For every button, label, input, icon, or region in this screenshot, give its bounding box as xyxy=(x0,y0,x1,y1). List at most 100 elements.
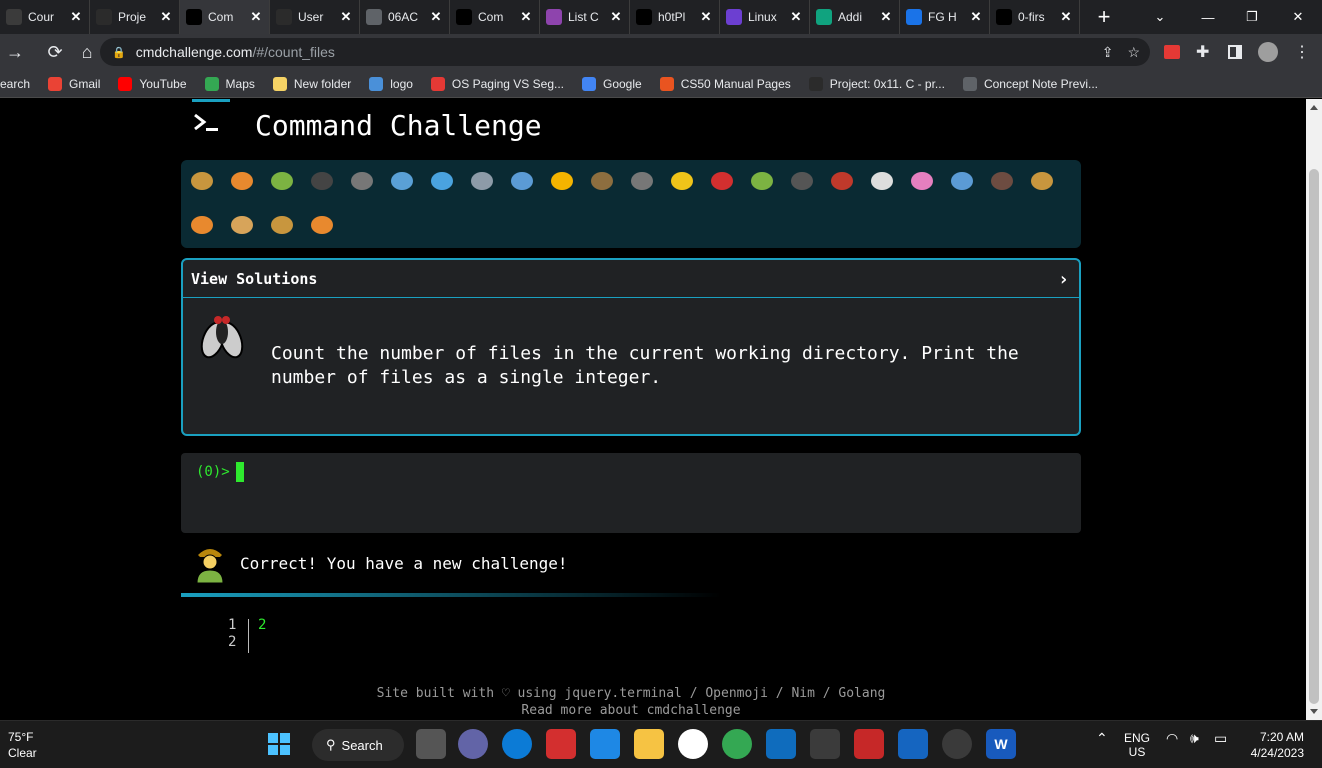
tab-close-icon[interactable]: ✕ xyxy=(249,9,263,25)
tab-close-icon[interactable]: ✕ xyxy=(609,9,623,25)
tab-8[interactable]: Linux ✕ xyxy=(720,0,810,34)
tab-search-icon[interactable]: ⌄ xyxy=(1140,0,1180,34)
fly-icon[interactable] xyxy=(867,166,897,196)
puzzle-icon[interactable]: ✚ xyxy=(1196,34,1209,70)
tab-close-icon[interactable]: ✕ xyxy=(969,9,983,25)
file-explorer-icon[interactable] xyxy=(634,729,664,759)
bookmark-item[interactable]: New folder xyxy=(272,76,351,91)
caterpillar-icon[interactable] xyxy=(267,166,297,196)
battery-icon[interactable]: ▭ xyxy=(1214,731,1227,745)
mail-icon[interactable] xyxy=(766,729,796,759)
tab-1[interactable]: Proje ✕ xyxy=(90,0,180,34)
spider-icon[interactable] xyxy=(787,166,817,196)
bookmark-item[interactable]: Gmail xyxy=(48,76,100,91)
tab-close-icon[interactable]: ✕ xyxy=(339,9,353,25)
address-bar[interactable]: 🔒 cmdchallenge.com/#/count_files ⇪ ☆ xyxy=(100,38,1150,66)
weather-widget[interactable]: 75°F Clear xyxy=(8,729,37,761)
tab-close-icon[interactable]: ✕ xyxy=(699,9,713,25)
maximize-button[interactable]: ❐ xyxy=(1232,0,1272,34)
butterfly-icon[interactable] xyxy=(227,166,257,196)
earthworm-icon[interactable] xyxy=(907,166,937,196)
dolphin-icon[interactable] xyxy=(427,166,457,196)
tropical-fish-icon[interactable] xyxy=(547,166,577,196)
bookmark-item[interactable]: OS Paging VS Seg... xyxy=(430,76,564,91)
ant-icon[interactable] xyxy=(307,166,337,196)
tab-close-icon[interactable]: ✕ xyxy=(429,9,443,25)
ladybug-icon[interactable] xyxy=(707,166,737,196)
tab-5[interactable]: Com ✕ xyxy=(450,0,540,34)
teams-icon[interactable] xyxy=(458,729,488,759)
bookmark-item[interactable]: Google xyxy=(582,76,642,91)
monkey-icon[interactable] xyxy=(987,166,1017,196)
dog-icon[interactable] xyxy=(1027,166,1057,196)
wifi-icon[interactable]: ◠ xyxy=(1166,731,1178,745)
cat-icon[interactable] xyxy=(227,210,257,240)
slack-icon[interactable] xyxy=(678,729,708,759)
blowfish-icon[interactable] xyxy=(587,166,617,196)
task-view-icon[interactable] xyxy=(416,729,446,759)
extension-icon[interactable] xyxy=(1164,34,1180,70)
language-indicator[interactable]: ENG US xyxy=(1124,731,1150,759)
tab-6[interactable]: List C ✕ xyxy=(540,0,630,34)
whale-icon[interactable] xyxy=(387,166,417,196)
windows-start-icon[interactable] xyxy=(264,729,294,759)
taskbar-search[interactable]: ⚲ Search xyxy=(312,729,404,761)
tray-chevron-icon[interactable]: ⌃ xyxy=(1096,731,1108,745)
bookmark-item[interactable]: Maps xyxy=(204,76,255,91)
tab-close-icon[interactable]: ✕ xyxy=(879,9,893,25)
bookmark-item[interactable]: CS50 Manual Pages xyxy=(659,76,791,91)
word-icon[interactable]: W xyxy=(986,729,1016,759)
scrollbar[interactable] xyxy=(1306,99,1322,720)
store-icon[interactable] xyxy=(590,729,620,759)
bookmark-star-icon[interactable]: ☆ xyxy=(1127,44,1140,61)
tab-11[interactable]: 0-firs ✕ xyxy=(990,0,1080,34)
git-icon[interactable] xyxy=(810,729,840,759)
home-icon[interactable]: ⌂ xyxy=(72,37,102,67)
minimize-button[interactable]: — xyxy=(1188,0,1228,34)
fish-icon[interactable] xyxy=(507,166,537,196)
fox-icon[interactable] xyxy=(187,210,217,240)
scroll-up-icon[interactable] xyxy=(1310,105,1318,110)
volume-icon[interactable]: 🕪 xyxy=(1190,731,1199,745)
avatar[interactable] xyxy=(1258,34,1278,70)
bookmark-item[interactable]: Project: 0x11. C - pr... xyxy=(808,76,945,91)
tab-close-icon[interactable]: ✕ xyxy=(519,9,533,25)
wolf-icon[interactable] xyxy=(627,166,657,196)
chrome-icon[interactable] xyxy=(722,729,752,759)
bookmark-item[interactable]: Concept Note Previ... xyxy=(962,76,1098,91)
tab-close-icon[interactable]: ✕ xyxy=(69,9,83,25)
scroll-down-icon[interactable] xyxy=(1310,709,1318,714)
clock[interactable]: 7:20 AM 4/24/2023 xyxy=(1251,729,1304,761)
read-more-link[interactable]: Read more about cmdchallenge xyxy=(0,702,1262,719)
snail-icon[interactable] xyxy=(187,166,217,196)
tiger-icon[interactable] xyxy=(307,210,337,240)
tab-9[interactable]: Addi ✕ xyxy=(810,0,900,34)
tab-3[interactable]: User ✕ xyxy=(270,0,360,34)
tab-7[interactable]: h0tPl ✕ xyxy=(630,0,720,34)
scrollbar-thumb[interactable] xyxy=(1309,169,1319,704)
tab-close-icon[interactable]: ✕ xyxy=(789,9,803,25)
app-icon[interactable] xyxy=(546,729,576,759)
scorpion-icon[interactable] xyxy=(827,166,857,196)
menu-icon[interactable]: ⋮ xyxy=(1294,34,1310,70)
tab-close-icon[interactable]: ✕ xyxy=(159,9,173,25)
tab-4[interactable]: 06AC ✕ xyxy=(360,0,450,34)
new-tab-button[interactable]: + xyxy=(1090,3,1118,31)
bee-icon[interactable] xyxy=(667,166,697,196)
lion-icon[interactable] xyxy=(267,210,297,240)
edge-icon[interactable] xyxy=(502,729,532,759)
shark-icon[interactable] xyxy=(467,166,497,196)
tab-2[interactable]: Com ✕ xyxy=(180,0,270,34)
spider-web-icon[interactable] xyxy=(347,166,377,196)
side-panel-icon[interactable] xyxy=(1228,34,1242,70)
microbe-icon[interactable] xyxy=(947,166,977,196)
back-icon[interactable]: → xyxy=(0,37,30,67)
terminal[interactable]: (0)> xyxy=(181,453,1081,533)
bookmark-item[interactable]: earch xyxy=(0,77,30,91)
tab-close-icon[interactable]: ✕ xyxy=(1059,9,1073,25)
bookmark-item[interactable]: logo xyxy=(369,76,413,91)
photos-icon[interactable] xyxy=(898,729,928,759)
pdf-icon[interactable] xyxy=(854,729,884,759)
tab-10[interactable]: FG H ✕ xyxy=(900,0,990,34)
close-window-button[interactable]: ✕ xyxy=(1278,0,1318,34)
